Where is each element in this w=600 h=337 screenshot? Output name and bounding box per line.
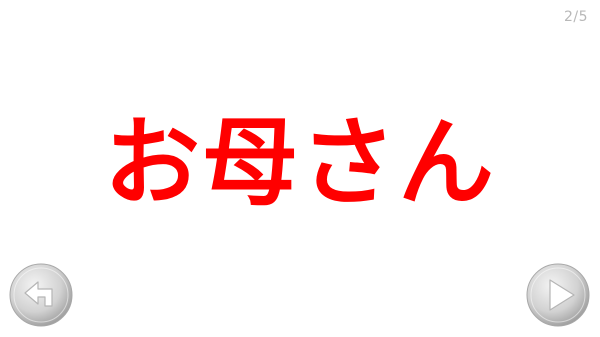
page-counter: 2/5 <box>563 9 588 25</box>
back-button[interactable] <box>8 262 74 328</box>
next-button[interactable] <box>525 262 591 328</box>
play-triangle-icon <box>526 263 590 327</box>
flashcard-word: お母さん <box>104 107 496 219</box>
back-arrow-icon <box>9 263 73 327</box>
